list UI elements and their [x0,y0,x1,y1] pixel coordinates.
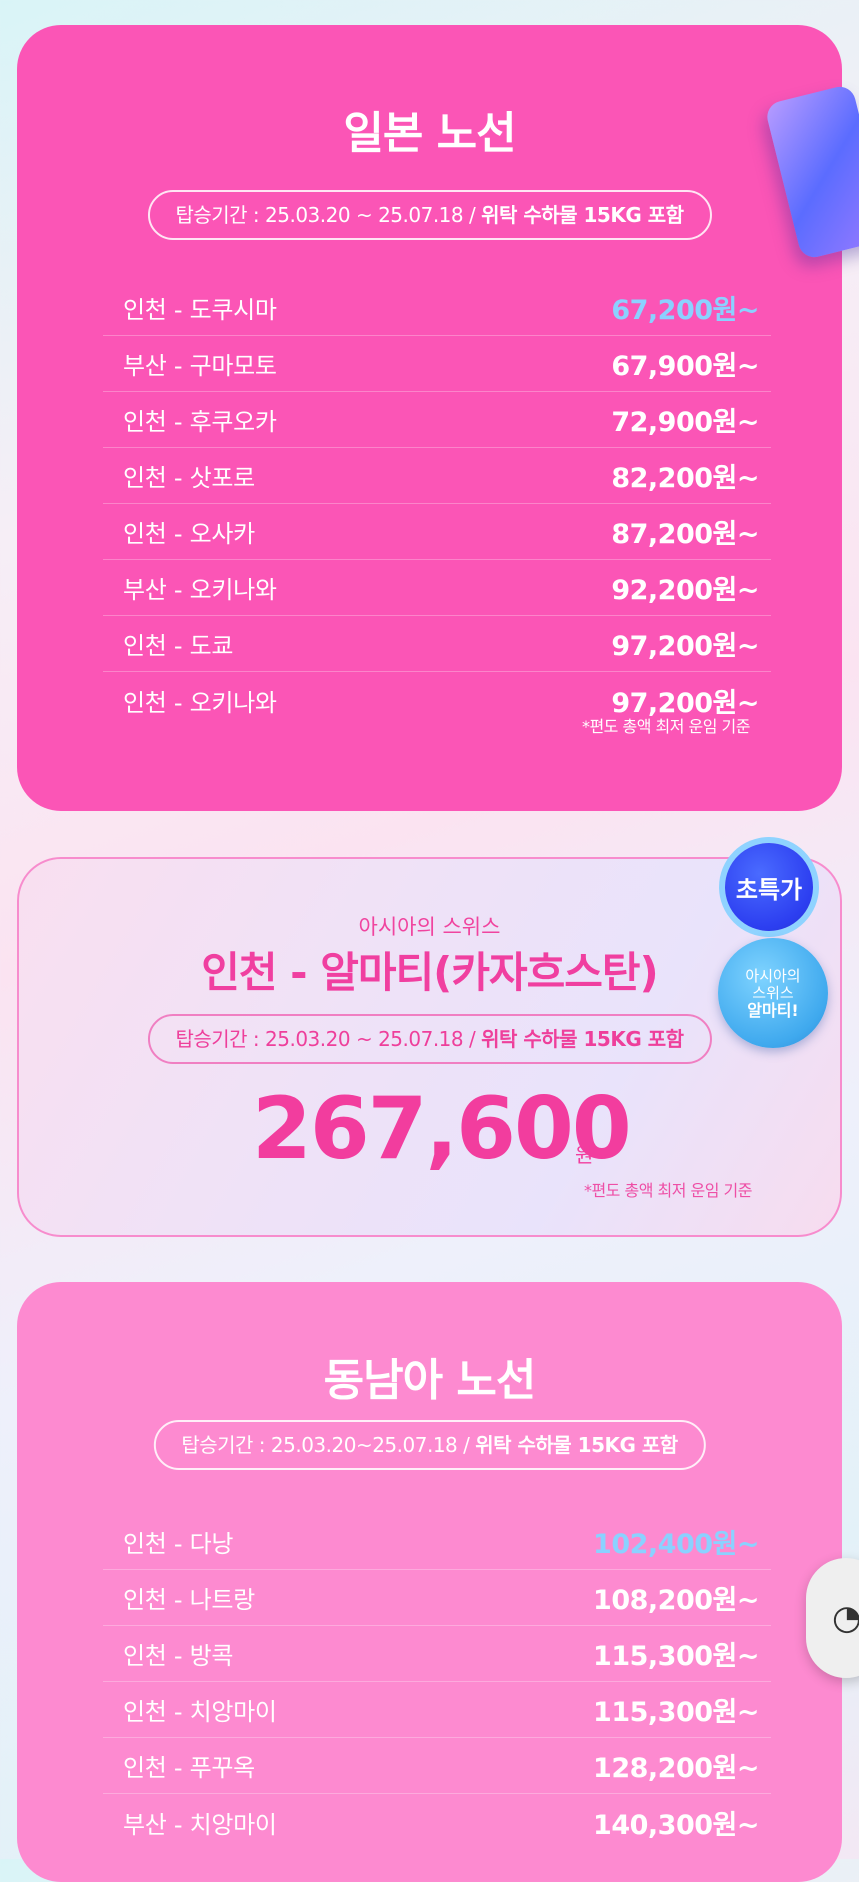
sea-period: 탑승기간 : 25.03.20~25.07.18 / 위탁 수하물 15KG 포… [153,1420,706,1470]
special-period: 탑승기간 : 25.03.20 ~ 25.07.18 / 위탁 수하물 15KG… [147,1014,712,1064]
route-row[interactable]: 부산 - 오키나와 92,200원~ [103,560,771,616]
sea-title: 동남아 노선 [323,1355,537,1406]
japan-title: 일본 노선 [343,108,516,159]
floating-chat-button[interactable]: ◔ [806,1558,859,1678]
route-row[interactable]: 인천 - 도쿠시마 67,200원~ [103,280,771,336]
route-row[interactable]: 인천 - 푸꾸옥 128,200원~ [103,1738,771,1794]
japan-routes-card: 일본 노선 탑승기간 : 25.03.20 ~ 25.07.18 / 위탁 수하… [17,25,842,811]
route-row[interactable]: 인천 - 치앙마이 115,300원~ [103,1682,771,1738]
japan-route-list: 인천 - 도쿠시마 67,200원~ 부산 - 구마모토 67,900원~ 인천 -… [103,280,771,728]
special-fare-note: *편도 총액 최저 운임 기준 [583,1181,753,1200]
super-deal-badge: 초특가 [725,843,813,931]
route-row[interactable]: 인천 - 삿포로 82,200원~ [103,448,771,504]
japan-period: 탑승기간 : 25.03.20 ~ 25.07.18 / 위탁 수하물 15KG… [147,190,712,240]
special-subtitle: 아시아의 스위스 [358,915,501,939]
route-row[interactable]: 부산 - 치앙마이 140,300원~ [103,1794,771,1850]
special-price-unit: 원~ [575,1143,611,1167]
route-row[interactable]: 인천 - 후쿠오카 72,900원~ [103,392,771,448]
southeast-asia-routes-card: 동남아 노선 탑승기간 : 25.03.20~25.07.18 / 위탁 수하물… [17,1282,842,1882]
japan-fare-note: *편도 총액 최저 운임 기준 [581,717,751,736]
special-title: 인천 - 알마티(카자흐스탄) [201,948,658,997]
route-row[interactable]: 인천 - 오사카 87,200원~ [103,504,771,560]
route-row[interactable]: 인천 - 도쿄 97,200원~ [103,616,771,672]
almaty-special-card[interactable]: 아시아의 스위스 인천 - 알마티(카자흐스탄) 탑승기간 : 25.03.20… [17,857,842,1237]
special-price: 267,600 [252,1079,632,1179]
route-row[interactable]: 인천 - 나트랑 108,200원~ [103,1570,771,1626]
chat-icon: ◔ [832,1598,859,1638]
route-row[interactable]: 인천 - 방콕 115,300원~ [103,1626,771,1682]
route-row[interactable]: 부산 - 구마모토 67,900원~ [103,336,771,392]
sea-route-list: 인천 - 다낭 102,400원~ 인천 - 나트랑 108,200원~ 인천 - … [103,1514,771,1850]
route-row[interactable]: 인천 - 다낭 102,400원~ [103,1514,771,1570]
almaty-sticker-badge: 아시아의 스위스 알마티! [718,938,828,1048]
